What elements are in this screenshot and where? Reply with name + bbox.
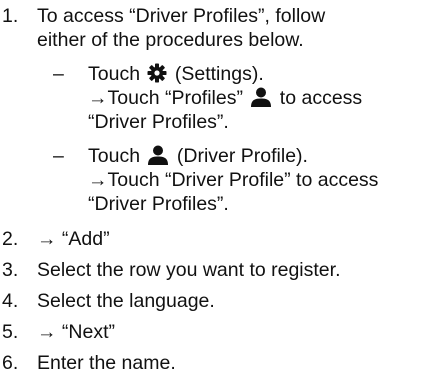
substep-line: Touch (Driver Profile). [88,144,308,171]
text-fragment: Touch [88,63,146,85]
instruction-page: 1. To access “Driver Profiles”, follow e… [0,0,430,382]
substep-line: “Driver Profiles”. [88,111,229,133]
substep-line: Touch (Settings). [88,62,264,89]
step-text: Select the language. [37,290,215,312]
substep-line: →Touch “Profiles” to access [88,86,362,113]
step-text-line: To access “Driver Profiles”, follow [37,5,326,27]
substep-line: →Touch “Driver Profile” to access [88,169,379,191]
step-number: 4. [2,290,19,312]
step-number: 5. [2,321,19,343]
person-icon [250,87,272,113]
substep-line: “Driver Profiles”. [88,193,229,215]
step-text: Enter the name. [37,352,176,374]
text-fragment: Touch [88,145,146,167]
text-fragment: (Settings). [169,63,264,85]
step-text: → “Add” [37,228,110,250]
text-fragment: →Touch “Profiles” [88,87,249,109]
text-fragment: (Driver Profile). [171,145,308,167]
step-number: 2. [2,228,19,250]
step-text-line: either of the procedures below. [37,29,304,51]
dash-bullet: – [53,63,64,85]
step-number: 1. [2,5,19,27]
text-fragment: to access [274,87,363,109]
step-number: 6. [2,352,19,374]
dash-bullet: – [53,145,64,167]
step-number: 3. [2,259,19,281]
step-text: Select the row you want to register. [37,259,341,281]
step-text: → “Next” [37,321,115,343]
